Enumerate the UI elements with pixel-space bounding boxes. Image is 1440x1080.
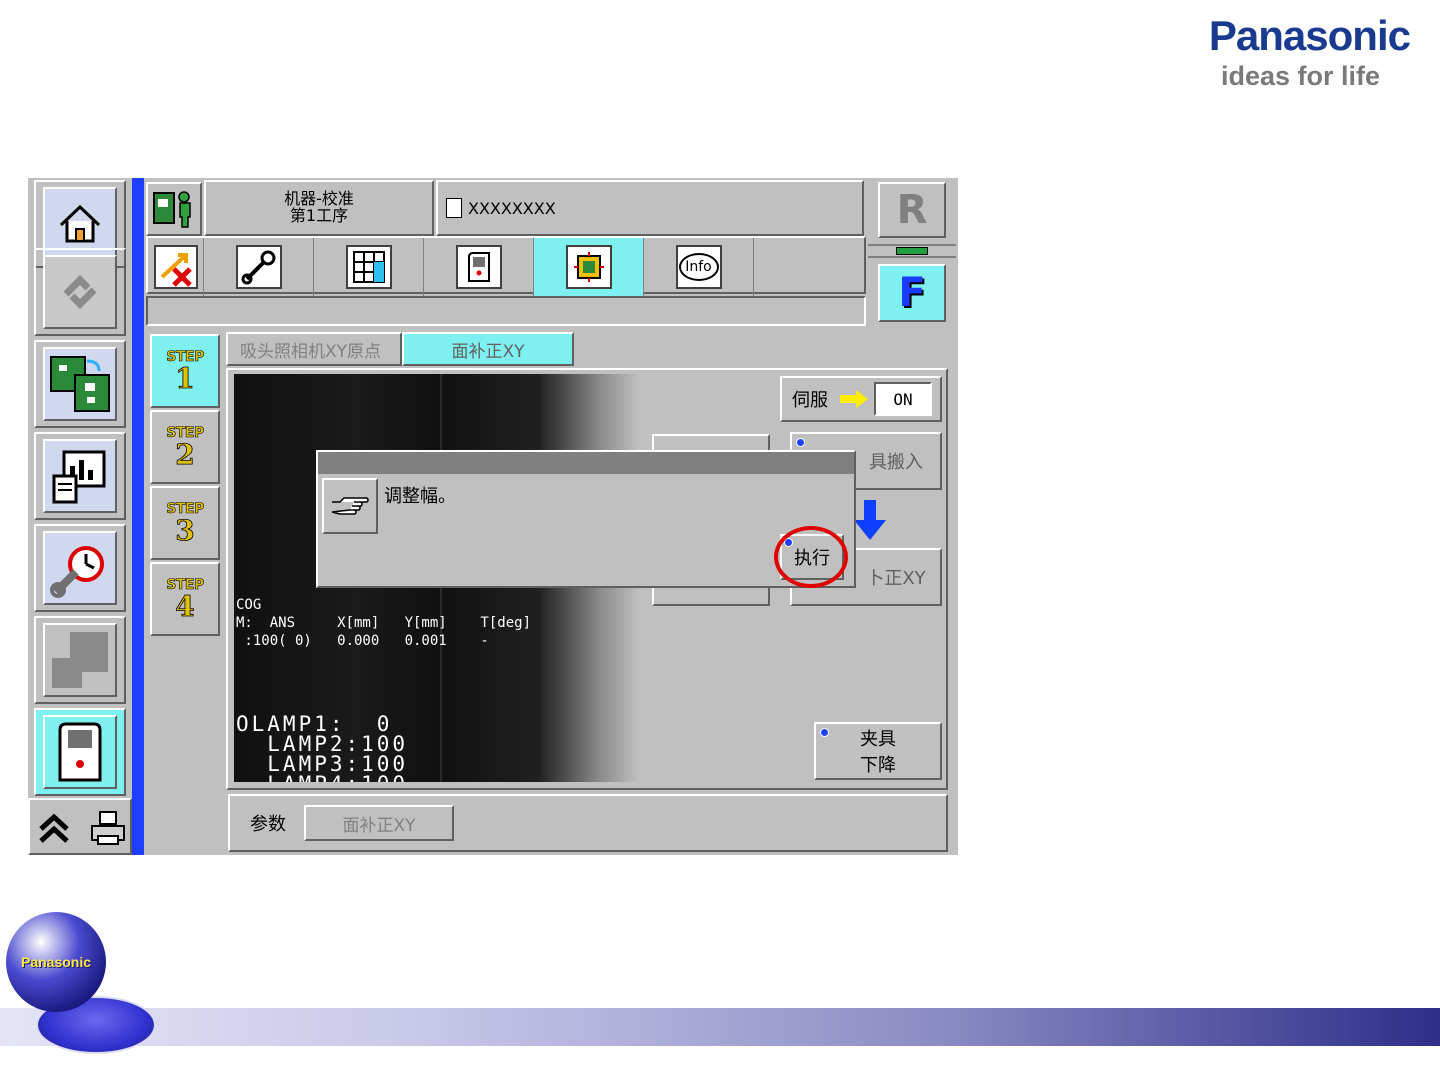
clamp-lower-label-line1: 夹具 xyxy=(860,729,896,750)
operator-button[interactable] xyxy=(146,182,202,236)
head-unit-icon xyxy=(455,245,502,289)
pointing-hand-icon xyxy=(322,478,378,534)
parameter-bar: 参数 面补正XY xyxy=(228,794,948,852)
step-number: 3 xyxy=(175,514,195,547)
highlight-circle xyxy=(774,526,848,588)
info-icon: Info xyxy=(675,245,722,289)
servo-label: 伺服 xyxy=(792,390,828,411)
scroll-up-button[interactable] xyxy=(34,808,74,848)
step-2-button[interactable]: STEP 2 xyxy=(150,410,220,484)
tool-table-button[interactable] xyxy=(314,238,424,296)
document-icon xyxy=(446,198,462,218)
nav-machine-button[interactable] xyxy=(34,708,126,796)
fixture-load-label: 具搬入 xyxy=(869,452,923,473)
footer-gradient-bar xyxy=(0,1008,1440,1046)
indicator-dot xyxy=(796,438,805,447)
tab-surface-correction[interactable]: 面补正XY xyxy=(402,332,574,366)
board-chip-icon xyxy=(896,247,928,255)
cancel-arrow-icon xyxy=(153,245,198,289)
wrench-icon xyxy=(235,245,282,289)
parameter-label: 参数 xyxy=(250,814,286,835)
f-button[interactable]: F xyxy=(878,264,946,322)
step-number: 4 xyxy=(175,590,195,623)
adjust-dialog: 调整幅。 执行 xyxy=(316,450,856,588)
servo-indicator: 伺服 ON xyxy=(780,376,942,422)
step-3-button[interactable]: STEP 3 xyxy=(150,486,220,560)
nav-cycle-button[interactable] xyxy=(34,248,126,336)
message-bar xyxy=(146,296,866,326)
page-title-line2: 第1工序 xyxy=(289,206,349,225)
blocks-icon xyxy=(43,623,117,697)
machine-ui: 机器-校准 第1工序 XXXXXXXX Info R F STEP 1 STEP… xyxy=(28,178,958,855)
tool-cancel-button[interactable] xyxy=(148,238,204,296)
operator-panel-icon xyxy=(153,191,191,228)
toolbar: Info xyxy=(146,236,866,296)
tab-nozzle-camera-origin[interactable]: 吸头照相机XY原点 xyxy=(226,332,402,366)
nav-report-button[interactable] xyxy=(34,432,126,520)
calibration-chip-icon xyxy=(565,245,612,289)
chart-report-icon xyxy=(43,439,117,513)
file-name-field: XXXXXXXX xyxy=(436,180,864,236)
lamp-readout: OLAMP1: 0 LAMP2:100 LAMP3:100 LAMP4:100 xyxy=(236,712,409,783)
step-1-button[interactable]: STEP 1 xyxy=(150,334,220,408)
cog-readout: COG M: ANS X[mm] Y[mm] T[deg] :100( 0) 0… xyxy=(236,597,532,649)
print-button[interactable] xyxy=(86,806,130,850)
r-button[interactable]: R xyxy=(878,182,946,238)
step-number: 2 xyxy=(175,438,195,471)
page-title: 机器-校准 第1工序 xyxy=(204,180,434,236)
printer-icon xyxy=(91,811,125,845)
dialog-titlebar xyxy=(318,452,854,474)
dialog-message: 调整幅。 xyxy=(384,486,456,507)
nav-divider xyxy=(132,178,144,855)
parameter-value-button[interactable]: 面补正XY xyxy=(304,805,454,841)
table-icon xyxy=(345,245,392,289)
globe-label: Panasonic xyxy=(20,954,92,970)
down-arrow-icon xyxy=(854,500,886,540)
page-title-line1: 机器-校准 xyxy=(284,189,354,208)
nav-pcb-button[interactable] xyxy=(34,340,126,428)
indicator-dot xyxy=(820,728,829,737)
tool-head-button[interactable] xyxy=(424,238,534,296)
tab-bar: 吸头照相机XY原点 面补正XY xyxy=(226,332,574,366)
alarm-wrench-icon xyxy=(43,531,117,605)
pcb-icon xyxy=(43,347,117,421)
surface-correction-label: 卜正XY xyxy=(866,568,926,589)
left-nav xyxy=(28,178,132,855)
tool-empty-slot xyxy=(754,238,840,296)
step-4-button[interactable]: STEP 4 xyxy=(150,562,220,636)
panasonic-logo: Panasonic ideas for life xyxy=(1160,12,1411,92)
brand-tagline: ideas for life xyxy=(1220,61,1380,91)
cycle-icon xyxy=(43,255,117,329)
file-name: XXXXXXXX xyxy=(468,198,556,218)
rf-divider xyxy=(868,244,956,258)
tool-info-button[interactable]: Info xyxy=(644,238,754,296)
step-list: STEP 1 STEP 2 STEP 3 STEP 4 xyxy=(148,332,220,855)
brand-name: Panasonic xyxy=(1208,12,1411,59)
info-label: Info xyxy=(678,253,719,281)
tool-calibration-button[interactable] xyxy=(534,238,644,296)
nav-blocks-button[interactable] xyxy=(34,616,126,704)
arrow-right-icon xyxy=(840,390,868,408)
tool-wrench-button[interactable] xyxy=(204,238,314,296)
machine-unit-icon xyxy=(43,715,117,789)
bottom-left-controls xyxy=(28,798,132,855)
step-number: 1 xyxy=(175,362,195,395)
clamp-lower-label-line2: 下降 xyxy=(860,755,896,776)
clamp-lower-button[interactable]: 夹具 下降 xyxy=(814,722,942,780)
servo-value: ON xyxy=(874,382,932,416)
double-chevron-up-icon xyxy=(39,813,69,843)
nav-maintenance-button[interactable] xyxy=(34,524,126,612)
